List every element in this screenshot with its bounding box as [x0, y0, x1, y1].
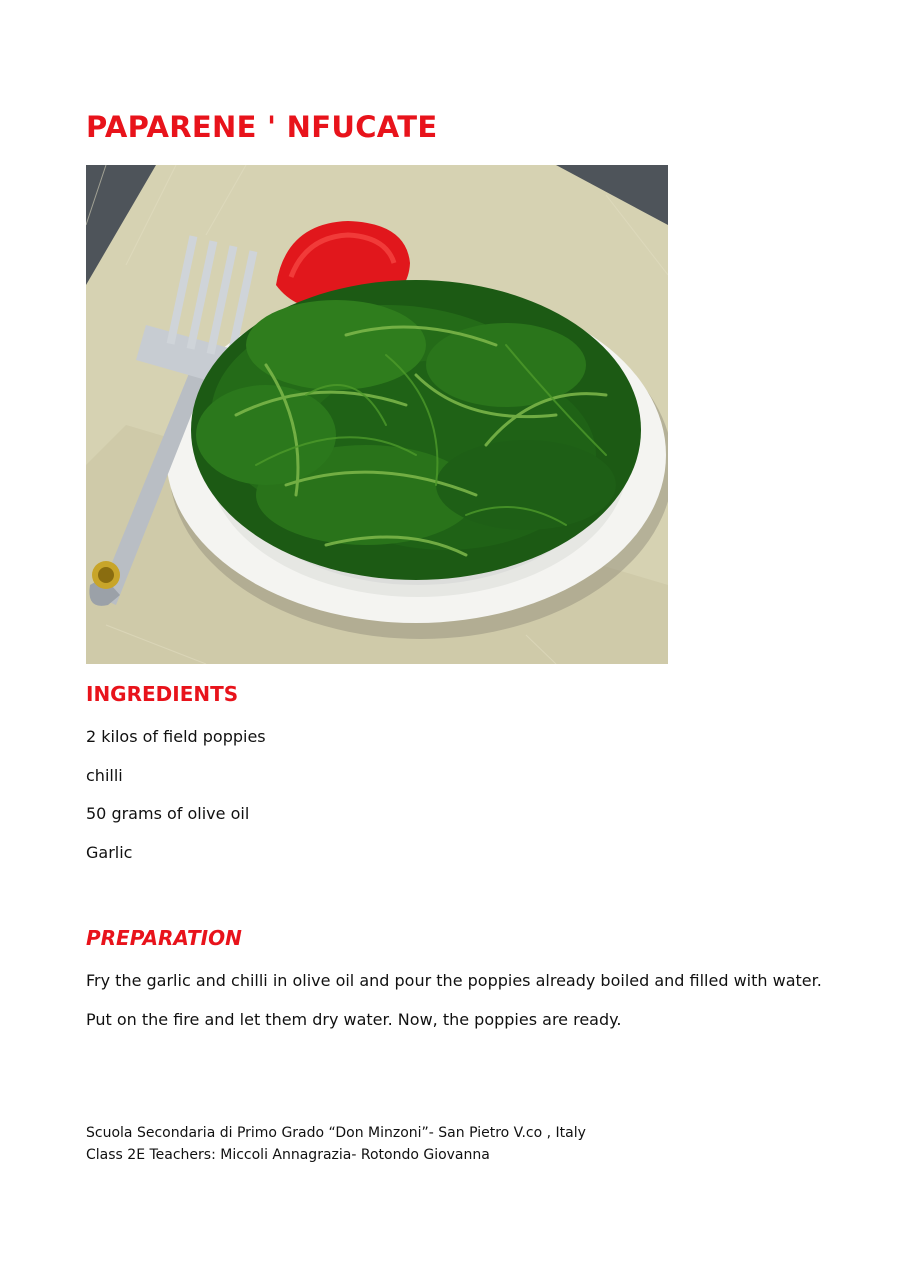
- ingredient-item: 50 grams of olive oil: [86, 804, 250, 823]
- ingredient-item: Garlic: [86, 843, 133, 862]
- ingredients-heading: INGREDIENTS: [86, 682, 239, 706]
- preparation-step: Put on the fire and let them dry water. …: [86, 1010, 622, 1029]
- dish-photo: [86, 165, 668, 664]
- page-title: PAPARENE ' NFUCATE: [86, 110, 438, 144]
- ingredient-item: 2 kilos of field poppies: [86, 727, 266, 746]
- preparation-step: Fry the garlic and chilli in olive oil a…: [86, 971, 822, 990]
- ingredient-item: chilli: [86, 766, 123, 785]
- footer-school: Scuola Secondaria di Primo Grado “Don Mi…: [86, 1125, 586, 1141]
- footer-class-teachers: Class 2E Teachers: Miccoli Annagrazia- R…: [86, 1147, 490, 1163]
- preparation-heading: PREPARATION: [86, 926, 242, 950]
